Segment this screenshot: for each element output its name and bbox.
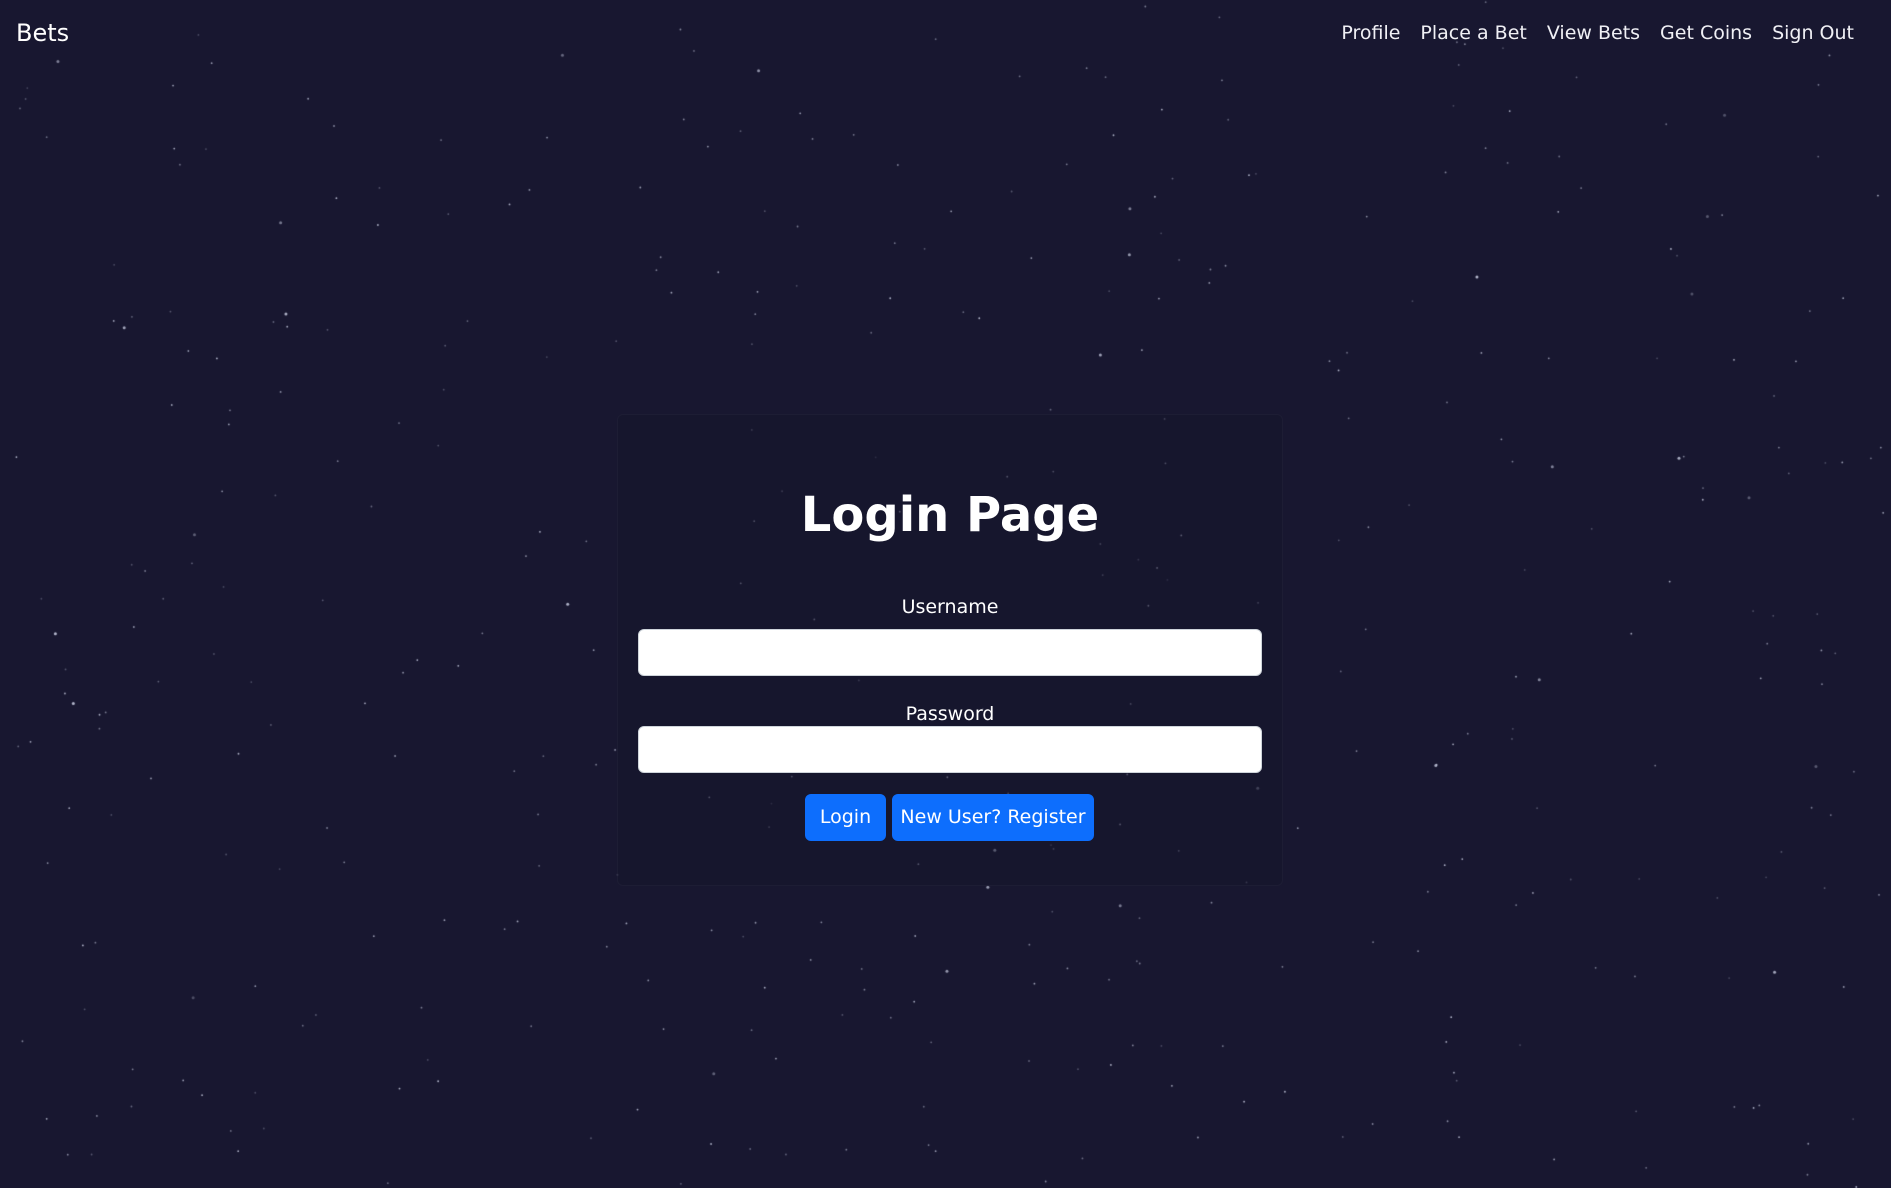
nav-link-sign-out[interactable]: Sign Out (1772, 19, 1854, 47)
nav-links: Profile Place a Bet View Bets Get Coins … (1341, 19, 1854, 47)
password-input[interactable] (638, 726, 1262, 773)
username-label: Username (901, 596, 999, 618)
brand-link[interactable]: Bets (16, 17, 69, 49)
page-title: Login Page (800, 487, 1100, 543)
password-label: Password (905, 703, 995, 725)
nav-link-get-coins[interactable]: Get Coins (1660, 19, 1752, 47)
register-button[interactable]: New User? Register (892, 794, 1094, 841)
top-navbar: Bets Profile Place a Bet View Bets Get C… (0, 0, 1891, 66)
nav-link-place-a-bet[interactable]: Place a Bet (1420, 19, 1526, 47)
nav-link-view-bets[interactable]: View Bets (1547, 19, 1640, 47)
login-card: Login Page Username Password Login New U… (617, 414, 1283, 886)
nav-link-profile[interactable]: Profile (1341, 19, 1400, 47)
login-button[interactable]: Login (805, 794, 886, 841)
username-input[interactable] (638, 629, 1262, 676)
